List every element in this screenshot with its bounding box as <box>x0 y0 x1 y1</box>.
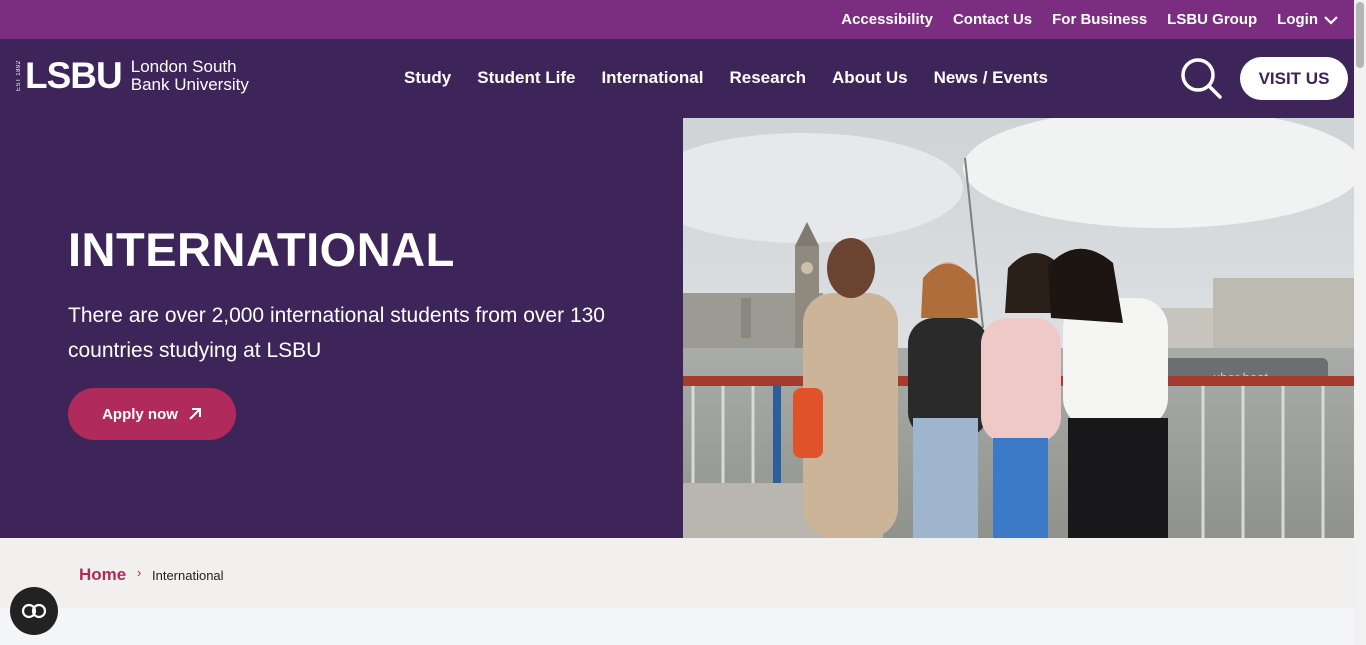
lsbu-group-link[interactable]: LSBU Group <box>1167 11 1257 28</box>
nav-research[interactable]: Research <box>729 68 806 88</box>
search-icon[interactable] <box>1180 57 1222 99</box>
logo-est: EST 1892 <box>16 60 22 91</box>
nav-about-us[interactable]: About Us <box>832 68 908 88</box>
accessibility-link[interactable]: Accessibility <box>841 11 933 28</box>
logo-fullname: London South Bank University <box>130 56 271 94</box>
utility-bar: Accessibility Contact Us For Business LS… <box>0 0 1354 39</box>
arrow-up-right-icon <box>189 408 201 420</box>
nav-news-events[interactable]: News / Events <box>934 68 1048 88</box>
apply-now-label: Apply now <box>102 405 178 423</box>
scrollbar-thumb[interactable] <box>1356 2 1364 68</box>
logo-line1: London South <box>130 56 237 76</box>
hero-photo: uber boat <box>683 118 1354 538</box>
accessibility-toggle-icon <box>21 603 47 619</box>
page-scrollbar[interactable] <box>1354 0 1366 645</box>
lsbu-logo[interactable]: EST 1892 LSBU London South Bank Universi… <box>16 57 271 94</box>
page-title: INTERNATIONAL <box>68 223 455 276</box>
hero-description: There are over 2,000 international stude… <box>68 304 605 362</box>
students-thames-image: uber boat <box>683 118 1354 538</box>
contact-us-link[interactable]: Contact Us <box>953 11 1032 28</box>
apply-now-button[interactable]: Apply now <box>68 388 236 440</box>
nav-student-life[interactable]: Student Life <box>477 68 575 88</box>
nav-study[interactable]: Study <box>404 68 451 88</box>
breadcrumb-home[interactable]: Home <box>79 565 126 585</box>
login-menu[interactable]: Login <box>1277 11 1338 28</box>
hero-section: INTERNATIONAL There are over 2,000 inter… <box>0 118 683 538</box>
main-header: EST 1892 LSBU London South Bank Universi… <box>0 39 1354 118</box>
breadcrumb: Home › International <box>0 538 1354 608</box>
login-label: Login <box>1277 11 1318 28</box>
logo-line2: Bank University <box>130 74 249 94</box>
accessibility-widget-button[interactable] <box>10 587 58 635</box>
breadcrumb-separator-icon: › <box>137 565 142 580</box>
nav-international[interactable]: International <box>601 68 703 88</box>
chevron-down-icon <box>1324 15 1338 25</box>
for-business-link[interactable]: For Business <box>1052 11 1147 28</box>
primary-nav: Study Student Life International Researc… <box>404 68 1074 88</box>
logo-mark: LSBU <box>25 55 123 96</box>
visit-us-button[interactable]: VISIT US <box>1240 57 1348 100</box>
breadcrumb-current: International <box>152 568 224 583</box>
